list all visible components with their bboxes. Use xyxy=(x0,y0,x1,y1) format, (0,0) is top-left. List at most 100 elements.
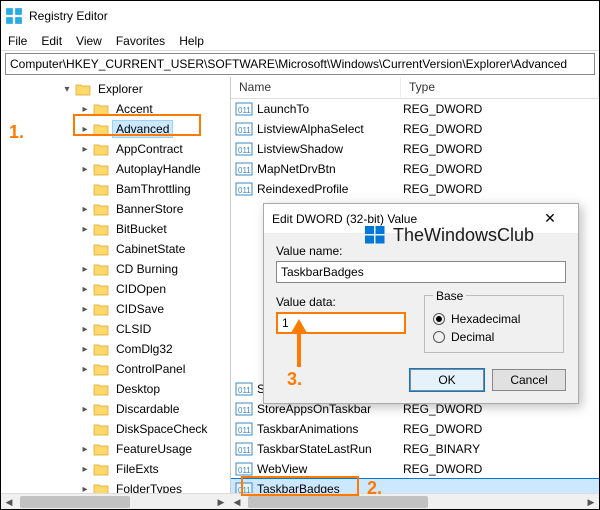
chevron-right-icon[interactable]: ▸ xyxy=(79,163,91,175)
tree-scrollbar-thumb[interactable] xyxy=(20,496,130,508)
tree-label: Accent xyxy=(113,101,156,117)
dword-value-icon: 011 xyxy=(235,401,253,417)
menubar: File Edit View Favorites Help xyxy=(1,31,599,51)
chevron-right-icon[interactable]: ▸ xyxy=(79,483,91,493)
tree-item[interactable]: ▸Desktop xyxy=(3,379,230,399)
chevron-right-icon[interactable]: ▸ xyxy=(79,103,91,115)
tree-item[interactable]: ▸FolderTypes xyxy=(3,479,230,493)
dword-value-icon: 011 xyxy=(235,101,253,117)
chevron-right-icon[interactable]: ▸ xyxy=(79,463,91,475)
tree-item[interactable]: ▸CabinetState xyxy=(3,239,230,259)
tree-item[interactable]: ▸ ControlPanel xyxy=(3,359,230,379)
tree-item[interactable]: ▸BannerStore xyxy=(3,199,230,219)
chevron-right-icon[interactable]: ▸ xyxy=(79,323,91,335)
tree-label: BamThrottling xyxy=(113,181,194,197)
menu-favorites[interactable]: Favorites xyxy=(116,34,165,48)
tree-item[interactable]: ▸Advanced xyxy=(3,119,230,139)
chevron-right-icon[interactable]: ▸ xyxy=(79,363,91,375)
chevron-right-icon[interactable]: ▸ xyxy=(79,203,91,215)
chevron-right-icon[interactable]: ▸ xyxy=(79,263,91,275)
col-name-header[interactable]: Name xyxy=(231,77,401,98)
tree-item[interactable]: ▸ FeatureUsage xyxy=(3,439,230,459)
list-row[interactable]: 011 TaskbarStateLastRunREG_BINARY xyxy=(231,439,599,459)
tree-item[interactable]: ▸ CIDSave xyxy=(3,299,230,319)
menu-edit[interactable]: Edit xyxy=(41,34,62,48)
tree-item[interactable]: ▸CLSID xyxy=(3,319,230,339)
list-scrollbar-thumb[interactable] xyxy=(248,496,428,508)
svg-text:011: 011 xyxy=(238,166,251,175)
scroll-right-icon[interactable]: ▶ xyxy=(583,494,599,510)
tree-item[interactable]: ▸BamThrottling xyxy=(3,179,230,199)
radio-hex[interactable]: Hexadecimal xyxy=(433,312,555,326)
list-row[interactable]: 011TaskbarAnimationsREG_DWORD xyxy=(231,419,599,439)
dword-value-icon: 011 xyxy=(235,141,253,157)
list-row[interactable]: 011MapNetDrvBtnREG_DWORD xyxy=(231,159,599,179)
edit-dword-dialog: Edit DWORD (32-bit) Value ✕ Value name: … xyxy=(263,203,579,404)
chevron-right-icon[interactable]: ▸ xyxy=(79,143,91,155)
cancel-button[interactable]: Cancel xyxy=(492,369,566,391)
tree-pane[interactable]: ▾ Explorer ▸Accent▸Advanced▸AppContract▸… xyxy=(1,77,231,493)
tree-item-explorer[interactable]: ▾ Explorer xyxy=(3,79,230,99)
menu-view[interactable]: View xyxy=(76,34,102,48)
tree-item[interactable]: ▸CIDOpen xyxy=(3,279,230,299)
tree-item[interactable]: ▸FileExts xyxy=(3,459,230,479)
tree-item[interactable]: ▸BitBucket xyxy=(3,219,230,239)
tree-item[interactable]: ▸ComDlg32 xyxy=(3,339,230,359)
col-type-header[interactable]: Type xyxy=(401,77,599,98)
folder-icon xyxy=(93,262,109,276)
chevron-right-icon[interactable]: ▸ xyxy=(79,303,91,315)
tree-item[interactable]: ▸CD Burning xyxy=(3,259,230,279)
list-row[interactable]: 011LaunchToREG_DWORD xyxy=(231,99,599,119)
folder-icon xyxy=(93,182,109,196)
list-header[interactable]: Name Type xyxy=(231,77,599,99)
app-title: Registry Editor xyxy=(29,9,108,23)
chevron-down-icon[interactable]: ▾ xyxy=(61,83,73,95)
base-label: Base xyxy=(433,289,466,303)
radio-icon[interactable] xyxy=(433,331,445,343)
chevron-right-icon[interactable]: ▸ xyxy=(79,343,91,355)
dialog-titlebar[interactable]: Edit DWORD (32-bit) Value ✕ xyxy=(264,204,578,234)
chevron-right-icon[interactable]: ▸ xyxy=(79,223,91,235)
folder-icon xyxy=(93,102,109,116)
value-type: REG_DWORD xyxy=(403,462,599,476)
chevron-right-icon[interactable]: ▸ xyxy=(79,283,91,295)
dec-label: Decimal xyxy=(451,330,494,344)
list-row[interactable]: 011ReindexedProfileREG_DWORD xyxy=(231,179,599,199)
svg-text:011: 011 xyxy=(238,426,251,435)
scroll-left-icon[interactable]: ◀ xyxy=(229,494,245,510)
tree-label: FeatureUsage xyxy=(113,441,195,457)
menu-file[interactable]: File xyxy=(8,34,27,48)
tree-item[interactable]: ▸Discardable xyxy=(3,399,230,419)
value-type: REG_BINARY xyxy=(403,442,599,456)
value-name-input[interactable] xyxy=(276,261,566,283)
chevron-right-icon[interactable]: ▸ xyxy=(79,123,91,135)
list-row[interactable]: 011TaskbarBadges xyxy=(231,479,599,493)
tree-label: CIDSave xyxy=(113,301,167,317)
chevron-right-icon[interactable]: ▸ xyxy=(79,443,91,455)
value-name: ReindexedProfile xyxy=(257,182,403,196)
value-type: REG_DWORD xyxy=(403,422,599,436)
hex-label: Hexadecimal xyxy=(451,312,520,326)
value-name: TaskbarStateLastRun xyxy=(257,442,403,456)
tree-label: ControlPanel xyxy=(113,361,188,377)
close-icon[interactable]: ✕ xyxy=(530,210,570,227)
menu-help[interactable]: Help xyxy=(179,34,204,48)
value-data-input[interactable] xyxy=(276,312,406,334)
tree-item[interactable]: ▸ Accent xyxy=(3,99,230,119)
value-type: REG_DWORD xyxy=(403,102,599,116)
list-row[interactable]: 011ListviewShadowREG_DWORD xyxy=(231,139,599,159)
value-type: REG_DWORD xyxy=(403,402,599,416)
list-row[interactable]: 011WebViewREG_DWORD xyxy=(231,459,599,479)
ok-button[interactable]: OK xyxy=(410,369,484,391)
list-row[interactable]: 011ListviewAlphaSelectREG_DWORD xyxy=(231,119,599,139)
tree-item[interactable]: ▸AutoplayHandle xyxy=(3,159,230,179)
tree-item[interactable]: ▸AppContract xyxy=(3,139,230,159)
tree-item[interactable]: ▸DiskSpaceCheck xyxy=(3,419,230,439)
chevron-right-icon[interactable]: ▸ xyxy=(79,403,91,415)
radio-dec[interactable]: Decimal xyxy=(433,330,555,344)
address-bar[interactable]: Computer\HKEY_CURRENT_USER\SOFTWARE\Micr… xyxy=(5,53,595,75)
scroll-right-icon[interactable]: ▶ xyxy=(213,494,229,510)
scroll-left-icon[interactable]: ◀ xyxy=(1,494,17,510)
dword-value-icon: 011 xyxy=(235,441,253,457)
radio-icon[interactable] xyxy=(433,313,445,325)
